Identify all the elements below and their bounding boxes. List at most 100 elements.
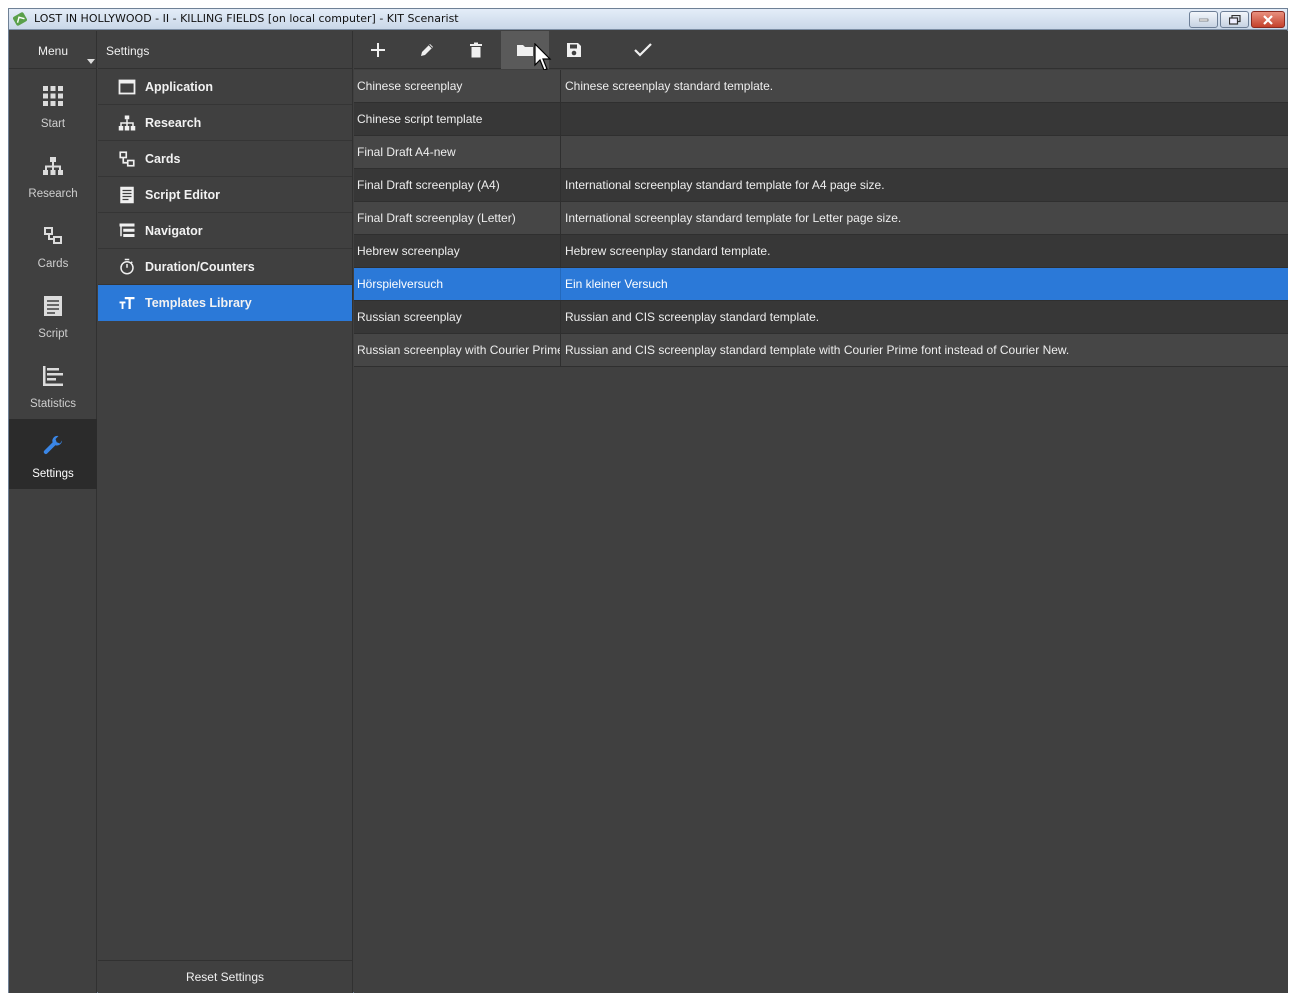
check-icon [634, 43, 652, 57]
settings-item-label: Research [145, 116, 202, 130]
table-row-selected[interactable]: Hörspielversuch Ein kleiner Versuch [354, 268, 1288, 301]
window-title: LOST IN HOLLYWOOD - II - KILLING FIELDS … [34, 12, 459, 25]
template-description: International screenplay standard templa… [565, 178, 885, 192]
settings-item-label: Script Editor [145, 188, 221, 202]
nav-label: Start [40, 118, 66, 130]
templates-library-panel: Chinese screenplay Chinese screenplay st… [354, 31, 1288, 993]
save-template-button[interactable] [550, 31, 598, 69]
nav-label: Statistics [29, 398, 76, 410]
template-description: Hebrew screenplay standard template. [565, 244, 771, 258]
templates-table: Chinese screenplay Chinese screenplay st… [354, 70, 1288, 367]
settings-item-navigator[interactable]: Navigator [98, 213, 352, 249]
template-name: Chinese screenplay [354, 70, 561, 102]
app-logo-icon [13, 12, 27, 26]
settings-panel: Settings Application Research Cards Scri… [98, 31, 353, 993]
edit-icon [421, 44, 433, 56]
reset-bar: Reset Settings [98, 960, 352, 993]
hierarchy-icon [43, 157, 63, 175]
template-description [562, 136, 1288, 168]
template-name: Russian screenplay with Courier Prime [354, 334, 561, 366]
delete-icon [470, 42, 482, 58]
table-row[interactable]: Hebrew screenplay Hebrew screenplay stan… [354, 235, 1288, 268]
folder-icon [517, 45, 533, 56]
nav-label: Research [28, 188, 78, 200]
nav-item-start[interactable]: Start [9, 69, 97, 139]
minimize-button[interactable] [1189, 11, 1218, 28]
add-template-button[interactable] [354, 31, 402, 69]
save-icon [567, 43, 581, 57]
cards-icon [119, 151, 135, 167]
grid-icon [43, 86, 63, 106]
tree-list-icon [119, 223, 135, 237]
title-bar[interactable]: LOST IN HOLLYWOOD - II - KILLING FIELDS … [9, 9, 1287, 30]
nav-item-settings[interactable]: Settings [9, 419, 97, 489]
edit-template-button[interactable] [403, 31, 451, 69]
cards-icon [44, 227, 62, 244]
bar-list-icon [43, 366, 63, 386]
template-name: Final Draft screenplay (Letter) [354, 202, 561, 234]
table-row[interactable]: Russian screenplay Russian and CIS scree… [354, 301, 1288, 334]
template-description: Ein kleiner Versuch [565, 277, 668, 291]
close-button[interactable] [1251, 11, 1285, 28]
minimize-icon [1198, 18, 1208, 21]
template-name: Final Draft A4-new [354, 136, 561, 168]
settings-title: Settings [106, 44, 150, 58]
table-row[interactable]: Final Draft A4-new [354, 136, 1288, 169]
template-name: Final Draft screenplay (A4) [354, 169, 561, 201]
table-row[interactable]: Russian screenplay with Courier Prime Ru… [354, 334, 1288, 367]
template-name: Chinese script template [354, 103, 561, 135]
restore-button[interactable] [1220, 11, 1249, 28]
template-description: International screenplay standard templa… [565, 211, 902, 225]
template-description: Russian and CIS screenplay standard temp… [565, 343, 1070, 357]
delete-template-button[interactable] [452, 31, 500, 69]
document-icon [44, 296, 62, 316]
settings-item-application[interactable]: Application [98, 69, 352, 105]
add-icon [371, 43, 385, 57]
settings-item-label: Templates Library [145, 296, 252, 310]
app-window: LOST IN HOLLYWOOD - II - KILLING FIELDS … [8, 8, 1288, 993]
templates-toolbar [354, 31, 1288, 71]
settings-item-label: Cards [145, 152, 181, 166]
reset-settings-button[interactable]: Reset Settings [98, 961, 352, 994]
mouse-cursor-icon [534, 43, 552, 71]
table-row[interactable]: Chinese screenplay Chinese screenplay st… [354, 70, 1288, 103]
template-name: Russian screenplay [354, 301, 561, 333]
apply-template-button[interactable] [619, 31, 667, 69]
table-row[interactable]: Final Draft screenplay (A4) Internationa… [354, 169, 1288, 202]
stopwatch-icon [120, 258, 134, 275]
menu-button[interactable]: Menu [9, 31, 96, 69]
table-row[interactable]: Chinese script template [354, 103, 1288, 136]
template-name: Hörspielversuch [354, 268, 561, 300]
template-description [562, 103, 1288, 135]
settings-item-research[interactable]: Research [98, 105, 352, 141]
nav-item-statistics[interactable]: Statistics [9, 349, 97, 419]
nav-item-research[interactable]: Research [9, 139, 97, 209]
nav-label: Script [38, 328, 68, 340]
text-size-icon [119, 297, 135, 309]
document-icon [120, 186, 134, 204]
settings-item-label: Application [145, 80, 214, 94]
settings-item-label: Navigator [145, 224, 203, 238]
settings-item-script-editor[interactable]: Script Editor [98, 177, 352, 213]
hierarchy-icon [118, 115, 136, 131]
restore-icon [1228, 14, 1241, 25]
template-name: Hebrew screenplay [354, 235, 561, 267]
nav-item-cards[interactable]: Cards [9, 209, 97, 279]
close-icon [1263, 14, 1273, 25]
settings-item-label: Duration/Counters [145, 260, 255, 274]
nav-label: Cards [37, 258, 69, 270]
window-icon [118, 79, 136, 95]
nav-item-script[interactable]: Script [9, 279, 97, 349]
settings-item-cards[interactable]: Cards [98, 141, 352, 177]
wrench-icon [43, 435, 62, 454]
settings-item-duration-counters[interactable]: Duration/Counters [98, 249, 352, 285]
main-navigation: Menu Start Research Cards Script Statist… [9, 31, 97, 993]
settings-header: Settings [98, 31, 352, 69]
table-row[interactable]: Final Draft screenplay (Letter) Internat… [354, 202, 1288, 235]
template-description: Chinese screenplay standard template. [565, 79, 774, 93]
caret-down-icon [87, 59, 95, 64]
menu-label: Menu [37, 44, 69, 58]
settings-item-templates-library[interactable]: Templates Library [98, 285, 352, 321]
nav-label: Settings [32, 468, 74, 480]
template-description: Russian and CIS screenplay standard temp… [565, 310, 820, 324]
